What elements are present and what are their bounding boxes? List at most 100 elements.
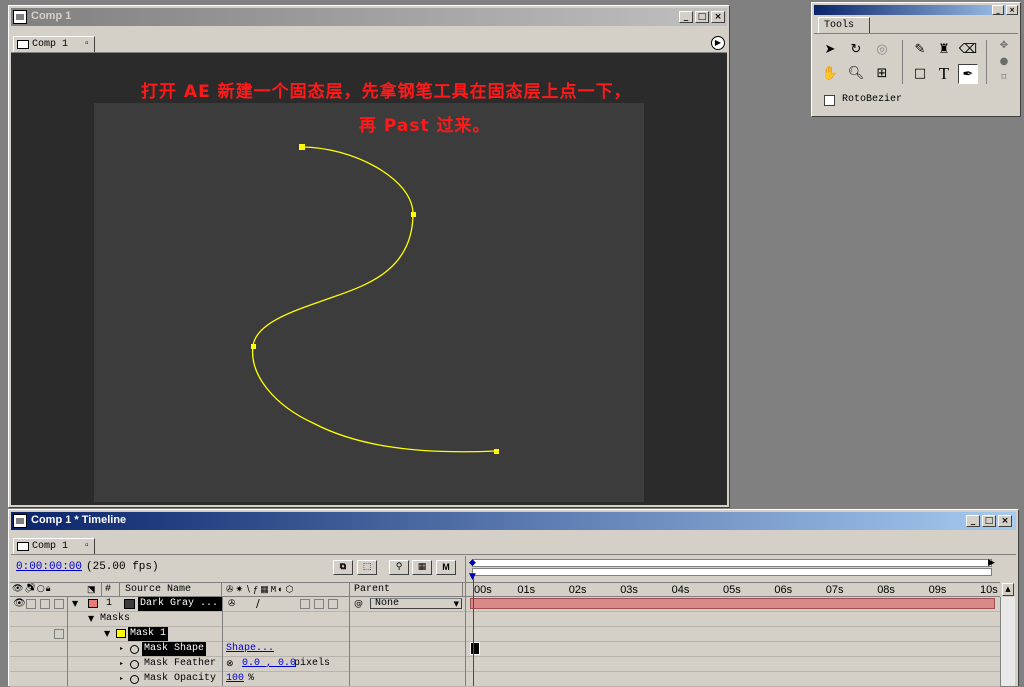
- mask-feather-value[interactable]: 0.0 , 0.0: [242, 657, 296, 671]
- layer-row[interactable]: 👁︎ ▼ 1 Dark Gray ... ✇ ∕ @ None ▼: [10, 597, 1010, 612]
- view-axis-icon[interactable]: ⌑: [994, 68, 1014, 88]
- tools-titlebar[interactable]: _ ×: [814, 5, 1018, 15]
- timeline-tab-strip: Comp 1 ▫: [11, 536, 1016, 555]
- tab-comp-1[interactable]: Comp 1 ▫: [13, 36, 95, 52]
- zoom-tool-icon[interactable]: 🔍︎: [846, 64, 866, 84]
- time-ruler-tick: 05s: [723, 584, 741, 596]
- tools-close-button[interactable]: ×: [1006, 5, 1018, 15]
- mask-vertex[interactable]: [299, 144, 305, 150]
- maximize-button[interactable]: □: [695, 11, 709, 23]
- mask-name[interactable]: Mask 1: [128, 627, 169, 641]
- close-button[interactable]: ×: [711, 11, 725, 23]
- stopwatch-icon[interactable]: [130, 642, 139, 656]
- hand-tool-icon[interactable]: ✋: [820, 64, 840, 84]
- keyframe-marker[interactable]: [470, 642, 480, 655]
- pickwhip-icon[interactable]: @: [354, 597, 363, 611]
- scroll-up-button[interactable]: ▲: [1002, 583, 1014, 596]
- pen-tool-icon[interactable]: ✒: [958, 64, 978, 84]
- rotation-tool-icon[interactable]: ↻: [846, 40, 866, 60]
- mask-vertex[interactable]: [494, 449, 499, 454]
- work-area-end-handle[interactable]: ▶: [988, 558, 996, 568]
- composition-icon: [13, 10, 27, 24]
- current-time-indicator[interactable]: [473, 575, 474, 686]
- stopwatch-icon[interactable]: [130, 657, 139, 671]
- comp-tab-label: Comp 1: [32, 39, 69, 50]
- index-column-header: #: [102, 583, 120, 597]
- minimize-button[interactable]: _: [679, 11, 693, 23]
- timeline-minimize-button[interactable]: _: [966, 515, 980, 527]
- clone-stamp-tool-icon[interactable]: ♜: [934, 40, 954, 60]
- source-name-column-header[interactable]: Source Name: [122, 583, 222, 597]
- timeline-tab-label: Comp 1: [32, 541, 69, 552]
- adjustment-switch[interactable]: [314, 599, 324, 609]
- mask-shape-value[interactable]: Shape...: [226, 642, 274, 656]
- mask-shape-row[interactable]: ▸ Mask Shape Shape...: [10, 642, 1000, 657]
- parent-column-header[interactable]: Parent: [351, 583, 463, 597]
- mask-opacity-value[interactable]: 100: [226, 672, 244, 686]
- work-area-bar[interactable]: [472, 568, 992, 576]
- timeline-close-button[interactable]: ×: [998, 515, 1012, 527]
- mask-visibility-toggle[interactable]: [54, 629, 64, 639]
- time-navigator[interactable]: [472, 559, 992, 567]
- parent-select[interactable]: None ▼: [370, 598, 462, 609]
- mask-opacity-row[interactable]: ▸ Mask Opacity 100 %: [10, 672, 1000, 687]
- composition-viewer[interactable]: 打开 AE 新建一个固态层，先拿钢笔工具在固态层上点一下， 再 Past 过来。: [11, 53, 727, 505]
- shy-layers-button[interactable]: ⚲: [389, 560, 409, 575]
- track-xy-camera-tool-icon[interactable]: ⊞: [872, 64, 892, 84]
- lock-toggle[interactable]: [54, 599, 64, 609]
- solo-toggle[interactable]: [40, 599, 50, 609]
- text-tool-icon[interactable]: T: [934, 64, 954, 84]
- timeline-titlebar[interactable]: Comp 1 * Timeline _ □ ×: [11, 512, 1016, 530]
- stopwatch-icon[interactable]: [130, 672, 139, 686]
- mask-row[interactable]: ▼ Mask 1: [10, 627, 1000, 642]
- current-time-indicator-handle[interactable]: ▼: [469, 572, 476, 582]
- mask-vertex[interactable]: [251, 344, 256, 349]
- timecode-display[interactable]: 0:00:00:00: [16, 561, 82, 573]
- frame-blending-button[interactable]: ▦: [412, 560, 432, 575]
- mask-vertex[interactable]: [411, 212, 416, 217]
- masks-group-row[interactable]: ▼ Masks: [10, 612, 1000, 627]
- brush-tool-icon[interactable]: ✎: [910, 40, 930, 60]
- quality-switch-icon[interactable]: ∕: [256, 597, 260, 611]
- audio-toggle[interactable]: [26, 599, 36, 609]
- mask-color-swatch[interactable]: [116, 629, 126, 638]
- constrain-proportions-icon[interactable]: ⊗: [226, 657, 234, 671]
- 3d-view-button[interactable]: ⬚: [357, 560, 377, 575]
- layer-label-color[interactable]: [88, 599, 98, 608]
- layer-expand-arrow-icon[interactable]: ▼: [72, 597, 78, 611]
- masks-expand-arrow-icon[interactable]: ▼: [88, 612, 94, 626]
- tab-tools[interactable]: Tools: [818, 17, 870, 33]
- timeline-maximize-button[interactable]: □: [982, 515, 996, 527]
- tab-close-icon[interactable]: ▫: [84, 37, 90, 52]
- comp-marker-button[interactable]: ⧉: [333, 560, 353, 575]
- property-name[interactable]: Mask Shape: [142, 642, 207, 656]
- 3d-layer-switch[interactable]: [328, 599, 338, 609]
- shy-switch-icon[interactable]: ✇: [228, 597, 236, 611]
- timeline-vertical-scrollbar[interactable]: [1000, 597, 1015, 686]
- mask-expand-arrow-icon[interactable]: ▼: [104, 627, 110, 641]
- comp-window-titlebar[interactable]: Comp 1 _ □ ×: [11, 8, 727, 26]
- divider: [222, 597, 223, 686]
- tab-timeline-comp-1[interactable]: Comp 1 ▫: [13, 538, 95, 554]
- eye-icon[interactable]: 👁︎: [13, 597, 26, 611]
- tab-close-icon[interactable]: ▫: [84, 539, 90, 554]
- motion-blur-switch[interactable]: [300, 599, 310, 609]
- rotobezier-checkbox[interactable]: [824, 95, 835, 106]
- tools-minimize-button[interactable]: _: [992, 5, 1004, 15]
- tools-separator: [986, 40, 987, 84]
- twirl-arrow-icon[interactable]: ▸: [120, 642, 123, 656]
- mask-feather-row[interactable]: ▸ Mask Feather ⊗ 0.0 , 0.0 pixels: [10, 657, 1000, 672]
- eraser-tool-icon[interactable]: ⌫: [958, 40, 978, 60]
- orbit-camera-tool-icon[interactable]: ◎: [872, 40, 892, 60]
- twirl-arrow-icon[interactable]: ▸: [120, 657, 123, 671]
- comp-panel-menu-button[interactable]: ▶: [711, 36, 725, 50]
- layer-name[interactable]: Dark Gray ...: [138, 597, 222, 611]
- motion-blur-button[interactable]: M: [436, 560, 456, 575]
- label-column-header: ⬔: [84, 583, 102, 597]
- twirl-arrow-icon[interactable]: ▸: [120, 672, 123, 686]
- tools-panel: _ × Tools ➤ ↻ ◎ ✎ ♜ ⌫ ✋ 🔍︎ ⊞ □ T ✒ ✥ ● ⌑…: [811, 2, 1021, 117]
- layer-duration-bar[interactable]: [470, 598, 995, 609]
- rectangle-mask-tool-icon[interactable]: □: [910, 64, 930, 84]
- comp-window: Comp 1 _ □ × Comp 1 ▫ ▶ 打开 AE 新建一个固态层，先拿…: [8, 5, 730, 508]
- selection-tool-icon[interactable]: ➤: [820, 40, 840, 60]
